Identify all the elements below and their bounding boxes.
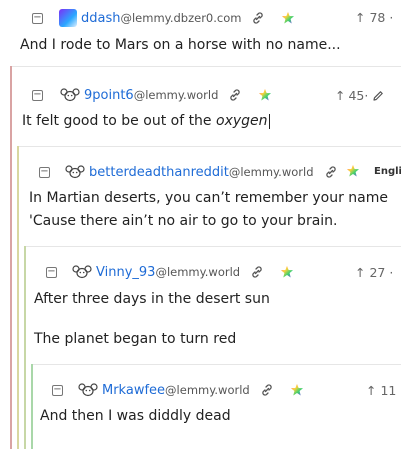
comment-header: − Mrkawfee @lemmy.world: [52, 382, 304, 398]
instance-label: @lemmy.world: [133, 88, 219, 102]
comment-header: − ddash @lemmy.dbzer0.com: [32, 9, 295, 27]
thread-line-level-3: [24, 246, 26, 449]
thread-line-level-2: [17, 146, 19, 449]
vote-count[interactable]: ↑ 11: [366, 383, 396, 398]
text-caret: [268, 113, 270, 129]
link-icon[interactable]: [228, 88, 242, 102]
comment-header: − betterdeadthanreddit @lemmy.world: [39, 164, 338, 180]
vote-count[interactable]: ↑ 27 ·: [355, 265, 393, 280]
star-rainbow-icon[interactable]: [346, 164, 360, 178]
collapse-button[interactable]: −: [46, 266, 57, 278]
vote-count[interactable]: ↑ 78 ·: [355, 10, 393, 25]
more-icon[interactable]: ·: [389, 265, 393, 280]
link-icon[interactable]: [251, 11, 265, 25]
instance-label: @lemmy.world: [228, 165, 314, 179]
avatar-icon: [59, 9, 77, 27]
username-link[interactable]: Mrkawfee: [102, 383, 165, 398]
comment-meta: Engli: [346, 164, 401, 178]
instance-label: @lemmy.world: [165, 383, 250, 397]
more-icon[interactable]: ·: [364, 88, 368, 103]
comment-body-text: It felt good to be out of the: [22, 113, 216, 129]
collapse-button[interactable]: −: [32, 12, 43, 24]
star-rainbow-icon[interactable]: [280, 265, 294, 279]
avatar-icon: [72, 264, 92, 280]
vote-count-value: 27: [369, 265, 386, 280]
avatar-icon: [60, 87, 80, 103]
username-link[interactable]: 9point6: [84, 88, 134, 103]
comment-body-line: After three days in the desert sun: [34, 291, 270, 307]
upvote-icon[interactable]: ↑: [355, 10, 365, 25]
edit-icon[interactable]: [372, 90, 384, 102]
collapse-button[interactable]: −: [32, 89, 43, 101]
comment-body-line: 'Cause there ain’t no air to go to your …: [29, 213, 338, 229]
avatar-icon: [65, 164, 85, 180]
avatar-icon: [78, 382, 98, 398]
username-link[interactable]: Vinny_93: [96, 265, 155, 280]
comment-body-emphasis: oxygen: [216, 113, 268, 129]
comment-body: And I rode to Mars on a horse with no na…: [20, 37, 341, 53]
comment-body: And then I was diddly dead: [40, 408, 231, 424]
link-icon[interactable]: [260, 383, 274, 397]
vote-count-value: 78: [369, 10, 386, 25]
instance-label: @lemmy.dbzer0.com: [120, 11, 242, 25]
divider: [33, 364, 401, 365]
username-link[interactable]: ddash: [81, 11, 120, 26]
divider: [26, 246, 401, 247]
thread-line-level-4: [31, 364, 33, 449]
username-link[interactable]: betterdeadthanreddit: [89, 165, 229, 180]
star-rainbow-icon[interactable]: [258, 88, 272, 102]
upvote-icon[interactable]: ↑: [355, 265, 365, 280]
comment-body-line: The planet began to turn red: [34, 331, 237, 347]
divider: [12, 66, 401, 67]
comment-body-line: In Martian deserts, you can’t remember y…: [29, 190, 388, 206]
collapse-button[interactable]: −: [39, 166, 50, 178]
vote-count-value: 11: [380, 383, 397, 398]
link-icon[interactable]: [324, 165, 338, 179]
thread-line-level-1: [10, 66, 12, 449]
vote-count-value: 45: [348, 88, 365, 103]
upvote-icon[interactable]: ↑: [366, 383, 376, 398]
link-icon[interactable]: [250, 265, 264, 279]
collapse-button[interactable]: −: [52, 384, 63, 396]
upvote-icon[interactable]: ↑: [335, 88, 345, 103]
comment-header: − Vinny_93 @lemmy.world: [46, 264, 294, 280]
comment-body: It felt good to be out of the oxygen: [22, 113, 270, 129]
language-badge: Engli: [374, 165, 401, 177]
more-icon[interactable]: ·: [389, 10, 393, 25]
star-rainbow-icon[interactable]: [281, 11, 295, 25]
vote-count[interactable]: ↑ 45 ·: [335, 88, 384, 103]
star-rainbow-icon[interactable]: [290, 383, 304, 397]
comment-header: − 9point6 @lemmy.world: [32, 87, 272, 103]
divider: [19, 146, 401, 147]
instance-label: @lemmy.world: [155, 265, 241, 279]
